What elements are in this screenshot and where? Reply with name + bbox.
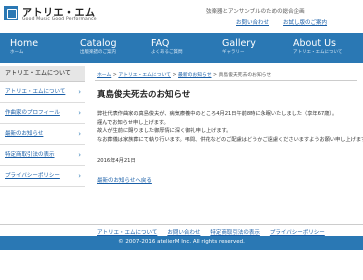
- sidebar-item-label: 特定商取引法の表示: [5, 152, 55, 158]
- nav-about-label: About Us: [293, 38, 337, 49]
- article-paragraph: なお葬儀は家族葬にて執り行います。弔問、供花などのご配慮はどうかご遠慮くださいま…: [97, 136, 363, 143]
- article-paragraph: 故人が生前に賜りました御厚情に深く御礼申し上げます。: [97, 128, 232, 134]
- nav-faq[interactable]: FAQ よくあるご質問: [151, 38, 183, 56]
- footer-links: アトリエ・エムについて お問い合わせ 特定商取引法の表示 プライバシーポリシー: [97, 228, 335, 236]
- sidebar-item-label: プライバシーポリシー: [5, 173, 60, 179]
- article-body: 弊社代表作曲家の真島俊夫が、病気療養中のところ4月21日午前8時に永眠いたしまし…: [97, 110, 363, 144]
- logo-subtitle: Good Music Good Performance: [22, 17, 97, 22]
- breadcrumb-about[interactable]: アトリエ・エムについて: [118, 73, 171, 78]
- nav-home-label: Home: [10, 38, 39, 49]
- article-paragraph: 謹んでお知らせ申し上げます。: [97, 119, 169, 126]
- chevron-right-icon: ›: [78, 172, 81, 180]
- sidebar-item-news[interactable]: 最新のお知らせ ›: [0, 124, 85, 145]
- sidebar-item-composer-profile[interactable]: 作曲家のプロフィール ›: [0, 103, 85, 124]
- page-title: 真島俊夫死去のお知らせ: [97, 90, 191, 100]
- nav-catalog-label: Catalog: [80, 38, 117, 49]
- breadcrumb-current: 真島俊夫死去のお知らせ: [218, 73, 272, 78]
- sidebar-heading: アトリエ・エムについて: [0, 66, 85, 82]
- footer-divider: [0, 224, 363, 225]
- logo-icon[interactable]: [4, 6, 18, 20]
- breadcrumb-home[interactable]: ホーム: [97, 73, 111, 78]
- nav-gallery-label: Gallery: [222, 38, 256, 49]
- nav-catalog-sublabel: 出版楽譜のご案内: [80, 50, 116, 55]
- nav-gallery-sublabel: ギャラリー: [222, 50, 245, 55]
- breadcrumb-news[interactable]: 最新のお知らせ: [178, 73, 211, 78]
- nav-about-us[interactable]: About Us アトリエ・エムについて: [293, 38, 342, 56]
- article-date: 2016年4月21日: [97, 158, 136, 164]
- header-links: お問い合わせ お試し版のご案内: [236, 18, 341, 26]
- nav-about-sublabel: アトリエ・エムについて: [293, 50, 343, 55]
- chevron-right-icon: ›: [78, 109, 81, 117]
- article-paragraph: 弊社代表作曲家の真島俊夫が、病気療養中のところ4月21日午前8時に永眠いたしまし…: [97, 111, 338, 117]
- nav-faq-sublabel: よくあるご質問: [151, 50, 183, 55]
- sidebar-item-about[interactable]: アトリエ・エムについて ›: [0, 82, 85, 103]
- sidebar-item-label: アトリエ・エムについて: [5, 89, 66, 95]
- back-to-news-link[interactable]: 最新のお知らせへ戻る: [97, 176, 152, 184]
- nav-home[interactable]: Home ホーム: [10, 38, 38, 56]
- site-tagline: 弦楽器とアンサンブルのための総合企画: [206, 9, 305, 15]
- sidebar-item-label: 最新のお知らせ: [5, 131, 44, 137]
- nav-catalog[interactable]: Catalog 出版楽譜のご案内: [80, 38, 116, 56]
- sidebar-item-label: 作曲家のプロフィール: [5, 110, 60, 116]
- breadcrumb: ホーム > アトリエ・エムについて > 最新のお知らせ > 真島俊夫死去のお知ら…: [97, 71, 271, 78]
- copyright: © 2007-2016 atelierM Inc. All rights res…: [118, 239, 245, 245]
- main-nav: Home ホーム Catalog 出版楽譜のご案内 FAQ よくあるご質問 Ga…: [0, 33, 363, 63]
- nav-home-sublabel: ホーム: [10, 50, 24, 55]
- sidebar-item-legal[interactable]: 特定商取引法の表示 ›: [0, 145, 85, 166]
- contact-link[interactable]: お問い合わせ: [236, 20, 269, 26]
- trial-version-link[interactable]: お試し版のご案内: [283, 20, 327, 26]
- sidebar: アトリエ・エムについて アトリエ・エムについて › 作曲家のプロフィール › 最…: [0, 66, 85, 187]
- nav-faq-label: FAQ: [151, 38, 170, 49]
- sidebar-item-privacy[interactable]: プライバシーポリシー ›: [0, 166, 85, 187]
- nav-gallery[interactable]: Gallery ギャラリー: [222, 38, 256, 56]
- chevron-right-icon: ›: [78, 130, 81, 138]
- chevron-right-icon: ›: [78, 88, 81, 96]
- chevron-right-icon: ›: [78, 151, 81, 159]
- divider: [95, 80, 357, 81]
